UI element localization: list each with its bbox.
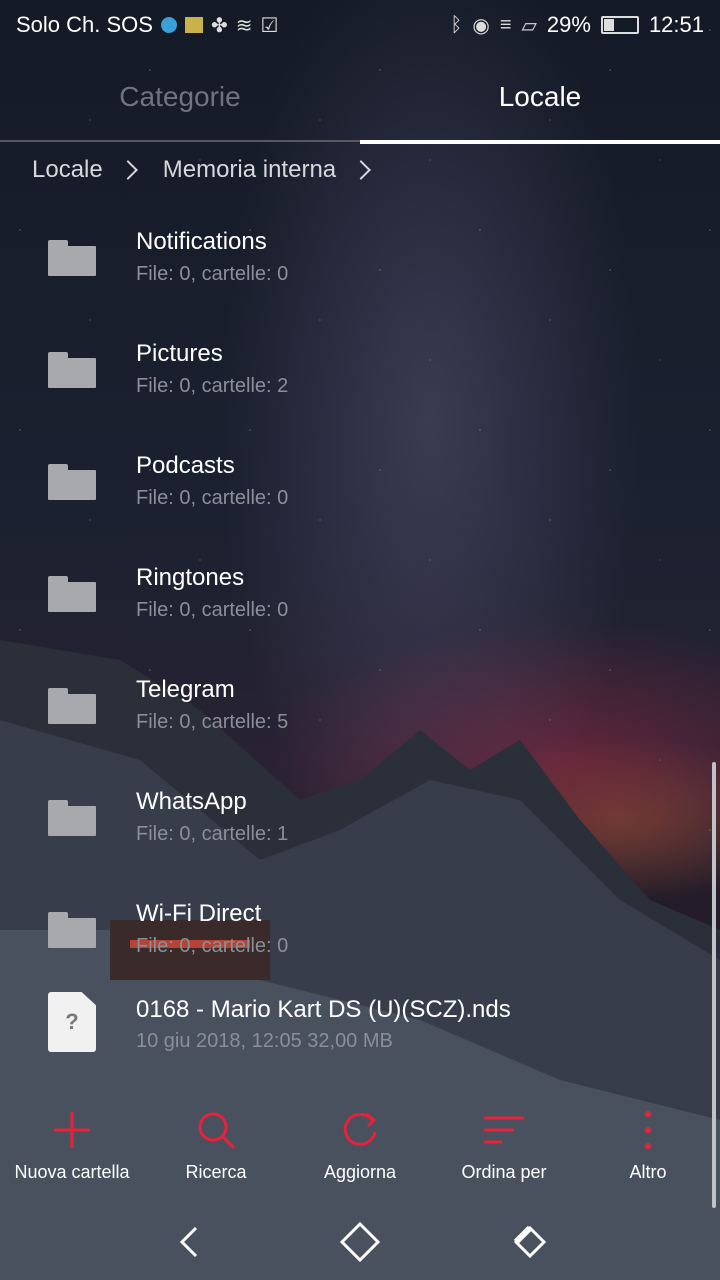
item-meta: File: 0, cartelle: 5 [136, 711, 289, 733]
list-item[interactable]: Ringtones File: 0, cartelle: 0 [0, 544, 720, 656]
recents-icon [513, 1225, 547, 1259]
item-name: WhatsApp [136, 788, 247, 815]
search-label: Ricerca [185, 1162, 247, 1182]
home-icon [339, 1221, 381, 1263]
swirl-icon: ≋ [235, 14, 253, 37]
item-meta: File: 0, cartelle: 0 [136, 263, 289, 285]
file-list: Notifications File: 0, cartelle: 0 Pictu… [0, 208, 720, 1104]
item-name: Wi-Fi Direct [136, 900, 262, 927]
breadcrumb: Locale Memoria interna [32, 156, 396, 184]
folder-icon [48, 800, 96, 836]
sort-button[interactable]: Ordina per [432, 1108, 576, 1204]
more-icon [645, 1111, 651, 1149]
plus-icon [54, 1112, 90, 1148]
unknown-file-icon: ? [48, 992, 96, 1052]
back-icon [179, 1226, 198, 1258]
no-sim-icon: ▱ [521, 14, 537, 37]
battery-percent: 29% [546, 12, 591, 37]
tab-categorie[interactable]: Categorie [0, 50, 360, 144]
item-name: 0168 - Mario Kart DS (U)(SCZ).nds [136, 996, 511, 1023]
list-item[interactable]: ? 0168 - Mario Kart DS (U)(SCZ).nds 10 g… [0, 992, 720, 1104]
bluetooth-icon: ᛒ [450, 13, 463, 36]
folder-icon [48, 912, 96, 948]
new-folder-button[interactable]: Nuova cartella [0, 1108, 144, 1204]
refresh-icon [343, 1112, 377, 1146]
pinwheel-icon: ✤ [210, 14, 228, 37]
battery-icon [600, 16, 639, 34]
more-button[interactable]: Altro [576, 1108, 720, 1204]
tab-locale[interactable]: Locale [360, 50, 720, 144]
refresh-button[interactable]: Aggiorna [288, 1108, 432, 1204]
status-bar: Solo Ch. SOS ✤ ≋ ☑ ᛒ ◉ ≡ ▱ 29% 12:51 [0, 0, 720, 50]
checkbox-icon: ☑ [260, 14, 279, 37]
folder-icon [48, 576, 96, 612]
battery-level [603, 19, 614, 31]
folder-icon [48, 352, 96, 388]
new-folder-label: Nuova cartella [14, 1162, 130, 1182]
item-name: Podcasts [136, 452, 235, 479]
list-item[interactable]: Notifications File: 0, cartelle: 0 [0, 208, 720, 320]
clock: 12:51 [648, 12, 704, 37]
back-button[interactable] [105, 1220, 275, 1264]
item-meta: 10 giu 2018, 12:05 32,00 MB [136, 1030, 393, 1052]
chevron-right-icon [351, 160, 372, 180]
item-meta: File: 0, cartelle: 2 [136, 375, 289, 397]
home-button[interactable] [275, 1220, 445, 1264]
chevron-right-icon [117, 160, 138, 180]
breadcrumb-item-locale[interactable]: Locale [32, 156, 103, 184]
item-meta: File: 0, cartelle: 0 [136, 487, 289, 509]
list-item[interactable]: Podcasts File: 0, cartelle: 0 [0, 432, 720, 544]
recents-button[interactable] [445, 1220, 615, 1264]
sim-icon [184, 17, 203, 33]
folder-icon [48, 464, 96, 500]
item-name: Notifications [136, 228, 267, 255]
more-label: Altro [629, 1162, 667, 1182]
list-item[interactable]: Pictures File: 0, cartelle: 2 [0, 320, 720, 432]
list-item[interactable]: Wi-Fi Direct File: 0, cartelle: 0 [0, 880, 720, 992]
item-meta: File: 0, cartelle: 1 [136, 823, 289, 845]
item-name: Telegram [136, 676, 235, 703]
item-meta: File: 0, cartelle: 0 [136, 599, 289, 621]
list-item[interactable]: Telegram File: 0, cartelle: 5 [0, 656, 720, 768]
sort-icon [484, 1116, 524, 1144]
b-badge-icon [160, 17, 177, 33]
folder-icon [48, 688, 96, 724]
system-nav-bar [0, 1204, 720, 1280]
item-meta: File: 0, cartelle: 0 [136, 935, 289, 957]
list-item[interactable]: WhatsApp File: 0, cartelle: 1 [0, 768, 720, 880]
eye-icon: ◉ [472, 14, 490, 37]
item-name: Pictures [136, 340, 223, 367]
search-icon [198, 1112, 236, 1150]
folder-icon [48, 240, 96, 276]
bottom-toolbar: Nuova cartella Ricerca Aggiorna Ordina p… [0, 1108, 720, 1204]
search-button[interactable]: Ricerca [144, 1108, 288, 1204]
breadcrumb-item-memoria-interna[interactable]: Memoria interna [163, 156, 336, 184]
wifi-icon: ≡ [499, 13, 512, 36]
item-name: Ringtones [136, 564, 245, 591]
carrier-label: Solo Ch. SOS [16, 12, 153, 37]
tab-bar: Categorie Locale [0, 50, 720, 144]
sort-label: Ordina per [461, 1162, 547, 1182]
refresh-label: Aggiorna [323, 1162, 397, 1182]
